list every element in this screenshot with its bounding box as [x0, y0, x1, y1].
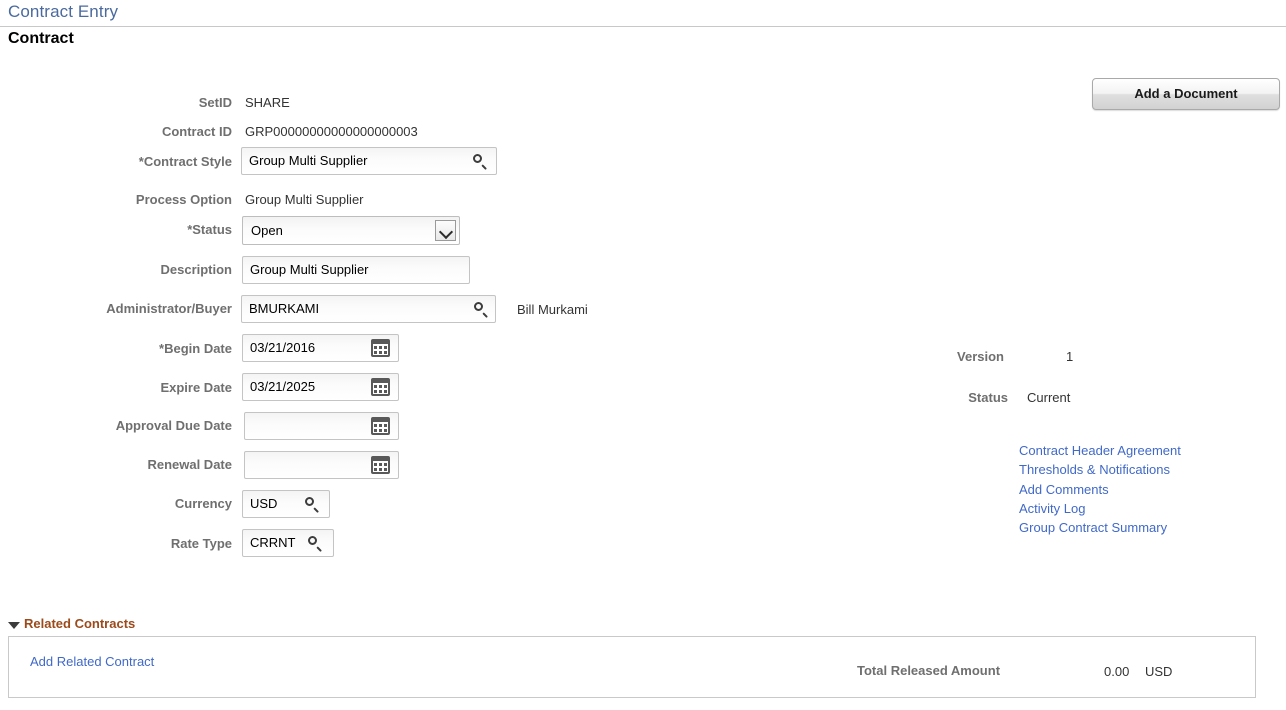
related-contracts-section-title: Related Contracts [24, 616, 135, 631]
breadcrumb[interactable]: Contract Entry [8, 2, 118, 22]
add-related-contract-link[interactable]: Add Related Contract [30, 654, 154, 669]
related-contracts-panel [8, 636, 1256, 698]
chevron-down-icon[interactable] [435, 220, 456, 241]
status-label: *Status [60, 222, 232, 238]
rate-type-label: Rate Type [60, 536, 232, 552]
administrator-buyer-display-name: Bill Murkami [517, 302, 588, 318]
currency-input[interactable]: USD [242, 490, 330, 518]
administrator-buyer-input[interactable]: BMURKAMI [241, 295, 496, 323]
total-released-amount-label: Total Released Amount [857, 663, 1000, 678]
header-divider [0, 26, 1286, 27]
search-icon[interactable] [474, 302, 490, 318]
status-value: Open [251, 223, 283, 238]
rate-type-value: CRRNT [250, 535, 296, 551]
currency-value: USD [250, 496, 277, 512]
currency-label: Currency [60, 496, 232, 512]
contract-id-value: GRP00000000000000000003 [245, 124, 418, 140]
search-icon[interactable] [308, 536, 324, 552]
version-value: 1 [1066, 349, 1073, 365]
renewal-date-label: Renewal Date [60, 457, 232, 473]
total-released-amount-value: 0.00 [1104, 664, 1129, 679]
contract-style-label: *Contract Style [60, 154, 232, 170]
process-option-label: Process Option [60, 192, 232, 208]
begin-date-value: 03/21/2016 [250, 340, 315, 356]
link-group-contract-summary[interactable]: Group Contract Summary [1019, 520, 1167, 536]
link-contract-header-agreement[interactable]: Contract Header Agreement [1019, 443, 1181, 459]
side-status-label: Status [880, 390, 1008, 406]
contract-id-label: Contract ID [60, 124, 232, 140]
setid-value: SHARE [245, 95, 290, 111]
total-released-amount-currency: USD [1145, 664, 1172, 679]
expire-date-value: 03/21/2025 [250, 379, 315, 395]
calendar-icon[interactable] [371, 339, 390, 357]
calendar-icon[interactable] [371, 456, 390, 474]
link-activity-log[interactable]: Activity Log [1019, 501, 1085, 517]
contract-style-value: Group Multi Supplier [249, 153, 368, 169]
administrator-buyer-value: BMURKAMI [249, 301, 319, 317]
calendar-icon[interactable] [371, 417, 390, 435]
expire-date-label: Expire Date [60, 380, 232, 396]
calendar-icon[interactable] [371, 378, 390, 396]
begin-date-input[interactable]: 03/21/2016 [242, 334, 399, 362]
status-select[interactable]: Open [242, 216, 460, 245]
contract-style-input[interactable]: Group Multi Supplier [241, 147, 497, 175]
description-label: Description [60, 262, 232, 278]
expire-date-input[interactable]: 03/21/2025 [242, 373, 399, 401]
description-input[interactable]: Group Multi Supplier [242, 256, 470, 284]
administrator-buyer-label: Administrator/Buyer [40, 301, 232, 317]
collapse-triangle-icon[interactable] [8, 622, 20, 629]
version-label: Version [880, 349, 1004, 365]
add-a-document-button[interactable]: Add a Document [1092, 78, 1280, 110]
search-icon[interactable] [473, 154, 489, 170]
begin-date-label: *Begin Date [60, 341, 232, 357]
setid-label: SetID [60, 95, 232, 111]
renewal-date-input[interactable] [244, 451, 399, 479]
approval-due-date-label: Approval Due Date [60, 418, 232, 434]
page-title: Contract [8, 30, 74, 48]
process-option-value: Group Multi Supplier [245, 192, 364, 208]
approval-due-date-input[interactable] [244, 412, 399, 440]
rate-type-input[interactable]: CRRNT [242, 529, 334, 557]
search-icon[interactable] [305, 497, 321, 513]
description-value: Group Multi Supplier [250, 262, 369, 278]
link-thresholds-notifications[interactable]: Thresholds & Notifications [1019, 462, 1170, 478]
side-status-value: Current [1027, 390, 1070, 406]
link-add-comments[interactable]: Add Comments [1019, 482, 1109, 498]
